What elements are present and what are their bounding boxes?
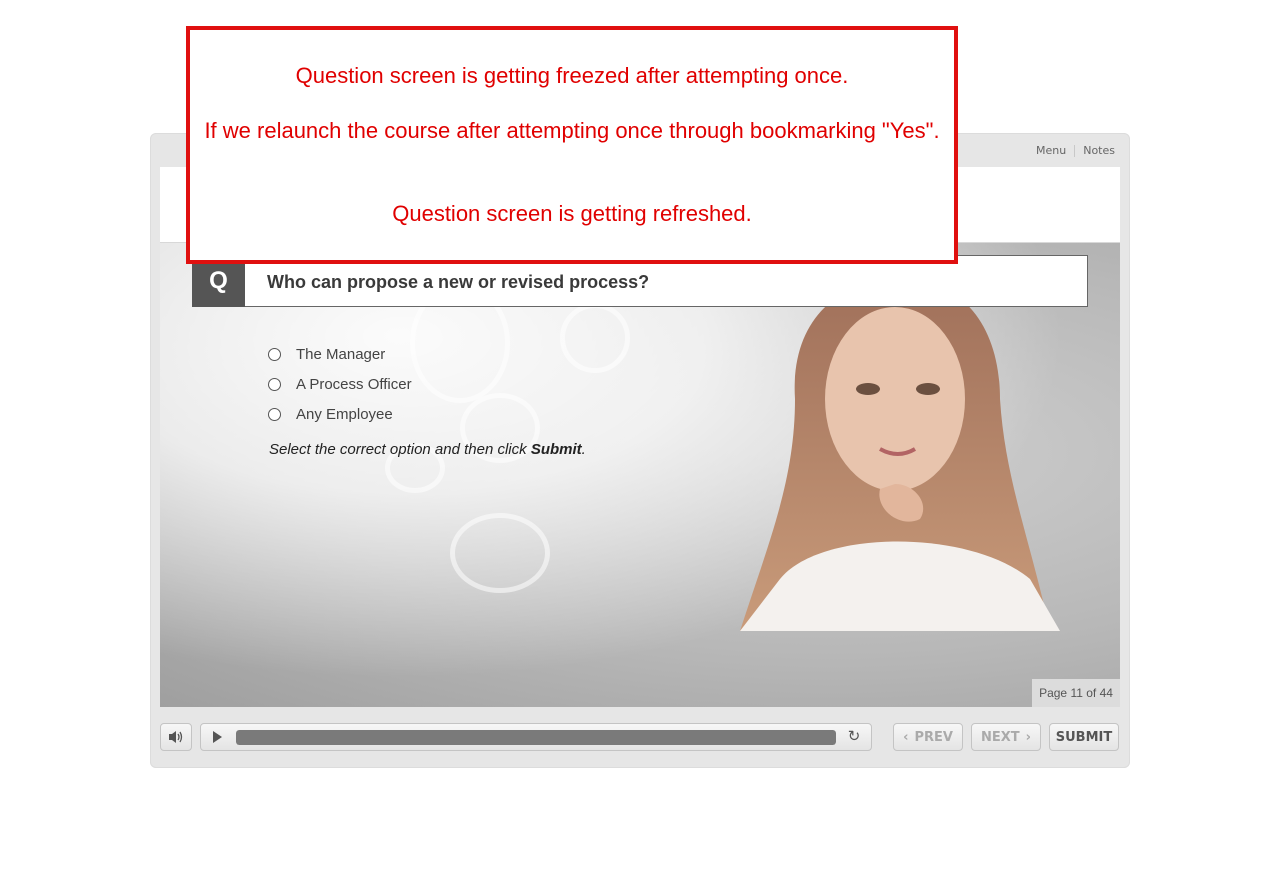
submit-label: SUBMIT [1055,729,1113,745]
prev-button[interactable]: ‹ PREV [893,723,963,751]
annotation-line-1: Question screen is getting freezed after… [295,63,849,88]
media-bar: ↻ [200,723,872,751]
speaker-icon [169,731,183,743]
replay-icon[interactable]: ↻ [846,729,862,745]
radio-button[interactable] [268,377,281,391]
instruction-submit: Submit [530,441,582,458]
chevron-left-icon: ‹ [903,729,909,745]
question-text: Who can propose a new or revised process… [267,272,650,292]
option-process-officer[interactable]: A Process Officer [268,369,412,399]
woman-photo [740,279,1060,631]
option-label: The Manager [296,345,386,363]
volume-button[interactable] [160,723,192,751]
annotation-box: Question screen is getting freezed after… [186,26,958,264]
divider [1074,144,1076,157]
menu-link[interactable]: Menu [1036,144,1066,157]
progress-fill [236,730,836,745]
radio-button[interactable] [268,407,281,421]
instruction-text: Select the correct option and then click… [269,441,586,458]
submit-button[interactable]: SUBMIT [1049,723,1119,751]
player-controls: ↻ ‹ PREV NEXT › SUBMIT [150,721,1130,753]
option-label: A Process Officer [296,375,412,393]
instruction-suffix: . [581,441,586,458]
chalk-doodle [560,303,630,373]
option-any-employee[interactable]: Any Employee [268,399,412,429]
chevron-right-icon: › [1025,729,1031,745]
answer-options: The Manager A Process Officer Any Employ… [268,339,412,429]
option-label: Any Employee [296,405,393,423]
next-button[interactable]: NEXT › [971,723,1041,751]
option-the-manager[interactable]: The Manager [268,339,412,369]
annotation-line-3: Question screen is getting refreshed. [392,201,752,226]
chalk-doodle [450,513,550,593]
instruction-prefix: Select the correct option and then click [269,441,531,458]
play-icon[interactable] [213,731,222,743]
radio-button[interactable] [268,347,281,361]
page-indicator: Page 11 of 44 [1032,679,1120,707]
notes-link[interactable]: Notes [1083,144,1115,157]
prev-label: PREV [914,729,953,745]
annotation-line-2: If we relaunch the course after attempti… [204,118,940,143]
progress-track[interactable] [236,730,836,745]
top-links: Menu Notes [1036,144,1115,157]
next-label: NEXT [980,729,1020,745]
